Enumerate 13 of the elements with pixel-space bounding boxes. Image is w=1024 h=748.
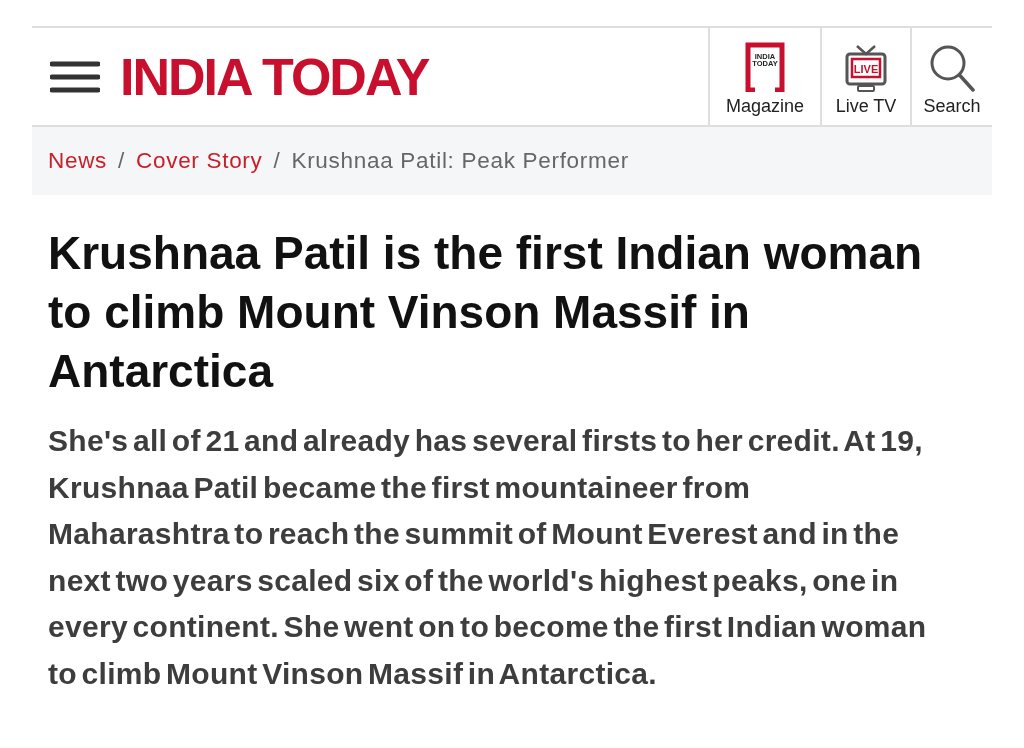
breadcrumb-link[interactable]: Cover Story [136, 144, 263, 178]
breadcrumb-current: Krushnaa Patil: Peak Performer [291, 147, 629, 176]
live-tv-link[interactable]: LIVE Live TV [820, 28, 910, 125]
site-logo[interactable]: INDIA TODAY [120, 50, 429, 103]
menu-icon [50, 60, 100, 93]
breadcrumb-separator: / [273, 147, 281, 176]
article-summary: She's all of 21 and already has several firsts to her credit. At 19, Krushnaa Patil became the first mountaineer from Maharashtra to reach the summit of Mount Everest and in the next two years scaled six of the world's highest peaks, one in every continent. She went on to become the first Indian woman to climb Mount Vinson Massif in Antarctica. [48, 423, 928, 692]
search-button[interactable]: Search [910, 28, 992, 125]
search-icon [929, 44, 975, 92]
menu-button[interactable] [50, 59, 100, 94]
breadcrumb-separator: / [118, 147, 125, 176]
breadcrumb-link[interactable]: News [48, 144, 108, 178]
article-headline: Krushnaa Patil is the first Indian woman to climb Mount Vinson Massif in Antarctica [48, 226, 924, 399]
